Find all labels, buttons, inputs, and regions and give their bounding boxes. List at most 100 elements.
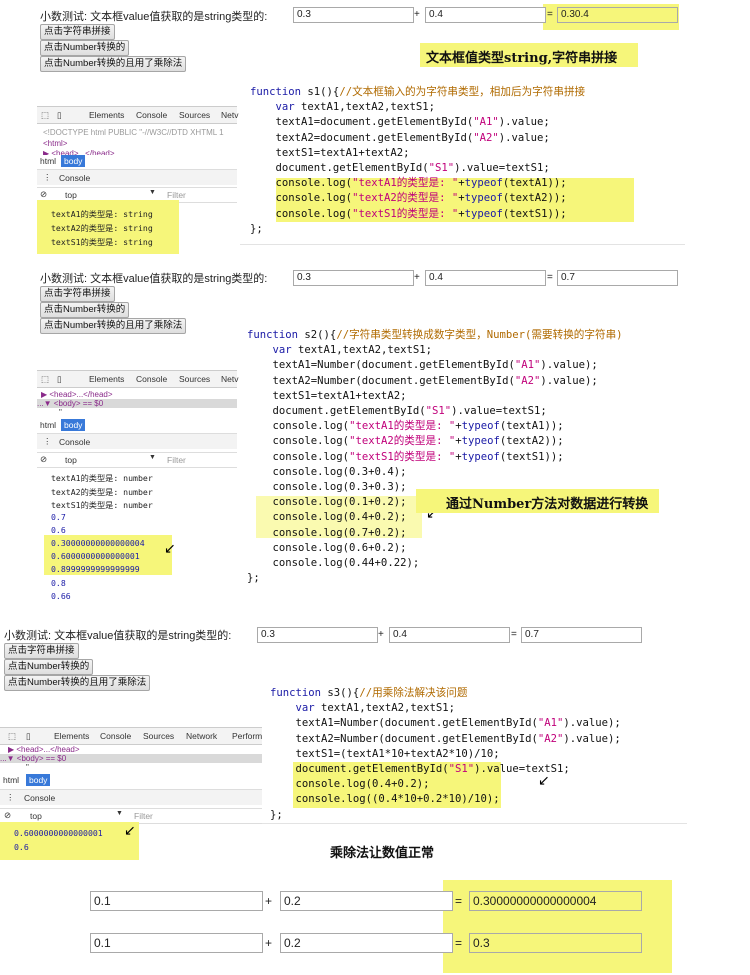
bottom-input-a[interactable]: 0.1 [90, 933, 263, 953]
section1-result[interactable]: 0.30.4 [557, 7, 678, 23]
number-button[interactable]: 点击Number转换的 [40, 302, 130, 318]
code-line: console.log(0.4+0.2); [270, 778, 430, 791]
console-drawer-header: ⋮ Console [37, 169, 237, 185]
concat-button[interactable]: 点击字符串拼接 [40, 286, 115, 302]
console-label[interactable]: Console [24, 793, 55, 803]
breadcrumb-html[interactable]: html [37, 419, 59, 431]
section2-result[interactable]: 0.7 [557, 270, 678, 286]
code-line: textS1=(textA1*10+textA2*10)/10; [270, 747, 500, 760]
code-line: textA1=Number(document.getElementById("A… [270, 717, 621, 730]
filter-input[interactable]: Filter [134, 811, 153, 821]
breadcrumb-body[interactable]: body [61, 419, 86, 431]
code-line: textA1=Number(document.getElementById("A… [247, 359, 598, 372]
console-label[interactable]: Console [59, 437, 90, 447]
tab-console[interactable]: Console [100, 731, 131, 741]
tab-sources[interactable]: Sources [179, 374, 210, 384]
tab-sources[interactable]: Sources [179, 110, 210, 120]
tab-network[interactable]: Netv [221, 374, 238, 384]
bottom-input-a[interactable]: 0.1 [90, 891, 263, 911]
code-line: console.log((0.4*10+0.2*10)/10); [270, 793, 500, 806]
more-icon[interactable]: ⋮ [43, 436, 52, 447]
section3-result[interactable]: 0.7 [521, 627, 642, 643]
tab-performance[interactable]: Perform [232, 731, 262, 741]
section2-caption: 通过Number方法对数据进行转换 [446, 497, 649, 512]
bottom-result[interactable]: 0.3 [469, 933, 642, 953]
body-line[interactable]: ...▼ <body> == $0 [37, 399, 237, 408]
section3-label: 小数测试: 文本框value值获取的是string类型的: [4, 630, 232, 642]
tab-console[interactable]: Console [136, 374, 167, 384]
tab-sources[interactable]: Sources [143, 731, 174, 741]
tab-console[interactable]: Console [136, 110, 167, 120]
context-select[interactable]: top [30, 811, 42, 821]
chevron-down-icon[interactable]: ▼ [149, 454, 156, 461]
multiply-button[interactable]: 点击Number转换的且用了乘除法 [40, 318, 187, 334]
number-button[interactable]: 点击Number转换的 [4, 659, 94, 675]
section1-input-a[interactable]: 0.3 [293, 7, 414, 23]
section3-code: function s3(){//用乘除法解决该问题 var textA1,tex… [270, 686, 621, 823]
code-line: document.getElementById("S1").value=text… [270, 763, 570, 776]
breadcrumb-html[interactable]: html [37, 155, 59, 167]
head-line[interactable]: ▶ <head>...</head> [41, 390, 113, 399]
context-select[interactable]: top [65, 190, 77, 200]
log-line: textA1的类型是: number [51, 473, 153, 483]
section3-input-a[interactable]: 0.3 [257, 627, 378, 643]
bottom-input-b[interactable]: 0.2 [280, 891, 453, 911]
filter-input[interactable]: Filter [167, 190, 186, 200]
log-number: 0.66 [51, 591, 71, 601]
html-line[interactable]: <html> [43, 139, 67, 148]
device-icon[interactable]: ▯ [26, 731, 31, 742]
equals-sign: = [547, 9, 553, 20]
tab-network[interactable]: Netv [221, 110, 238, 120]
plus-sign: + [414, 9, 420, 20]
tab-elements[interactable]: Elements [89, 374, 124, 384]
bottom-input-b[interactable]: 0.2 [280, 933, 453, 953]
code-line: console.log("textA2的类型是: "+typeof(textA2… [247, 435, 564, 448]
device-icon[interactable]: ▯ [57, 110, 62, 121]
filter-input[interactable]: Filter [167, 455, 186, 465]
text-node-line: " [26, 763, 29, 772]
concat-button[interactable]: 点击字符串拼接 [40, 24, 115, 40]
section2-label: 小数测试: 文本框value值获取的是string类型的: [40, 273, 268, 285]
breadcrumb-html[interactable]: html [0, 774, 22, 786]
concat-button[interactable]: 点击字符串拼接 [4, 643, 79, 659]
bottom-result[interactable]: 0.30000000000000004 [469, 891, 642, 911]
body-line[interactable]: ...▼ <body> == $0 [0, 754, 262, 763]
chevron-down-icon[interactable]: ▼ [116, 810, 123, 817]
code-line: textS1=textA1+textA2; [250, 146, 410, 159]
tab-elements[interactable]: Elements [54, 731, 89, 741]
tab-network[interactable]: Network [186, 731, 217, 741]
more-icon[interactable]: ⋮ [6, 792, 15, 803]
log-number: 0.6 [14, 842, 29, 852]
code-line: textS1=textA1+textA2; [247, 389, 407, 402]
clear-console-icon[interactable]: ⊘ [40, 454, 47, 465]
section2-input-b[interactable]: 0.4 [425, 270, 546, 286]
inspect-icon[interactable]: ⬚ [41, 374, 49, 385]
multiply-button[interactable]: 点击Number转换的且用了乘除法 [40, 56, 187, 72]
console-label[interactable]: Console [59, 173, 90, 183]
log-line: textA1的类型是: string [51, 209, 153, 219]
code-line: document.getElementById("S1").value=text… [250, 162, 550, 175]
code-line: console.log(0.44+0.22); [247, 557, 420, 570]
clear-console-icon[interactable]: ⊘ [4, 810, 11, 821]
section3-input-b[interactable]: 0.4 [389, 627, 510, 643]
code-line: function s1(){//文本框输入的为字符串类型，相加后为字符串拼接 [250, 86, 586, 98]
number-button[interactable]: 点击Number转换的 [40, 40, 130, 56]
breadcrumb-body[interactable]: body [26, 774, 51, 786]
console-filter-bar: ⊘ top ▼ Filter [37, 452, 237, 468]
inspect-icon[interactable]: ⬚ [8, 731, 16, 742]
more-icon[interactable]: ⋮ [43, 172, 52, 183]
code-line: textA1=document.getElementById("A1").val… [250, 116, 550, 129]
divider [262, 823, 687, 824]
tab-elements[interactable]: Elements [89, 110, 124, 120]
chevron-down-icon[interactable]: ▼ [149, 189, 156, 196]
device-icon[interactable]: ▯ [57, 374, 62, 385]
context-select[interactable]: top [65, 455, 77, 465]
clear-console-icon[interactable]: ⊘ [40, 189, 47, 200]
code-line: textA2=Number(document.getElementById("A… [270, 732, 621, 745]
head-line[interactable]: ▶ <head>...</head> [8, 745, 80, 754]
multiply-button[interactable]: 点击Number转换的且用了乘除法 [4, 675, 151, 691]
section2-input-a[interactable]: 0.3 [293, 270, 414, 286]
section1-input-b[interactable]: 0.4 [425, 7, 546, 23]
breadcrumb-body[interactable]: body [61, 155, 86, 167]
inspect-icon[interactable]: ⬚ [41, 110, 49, 121]
